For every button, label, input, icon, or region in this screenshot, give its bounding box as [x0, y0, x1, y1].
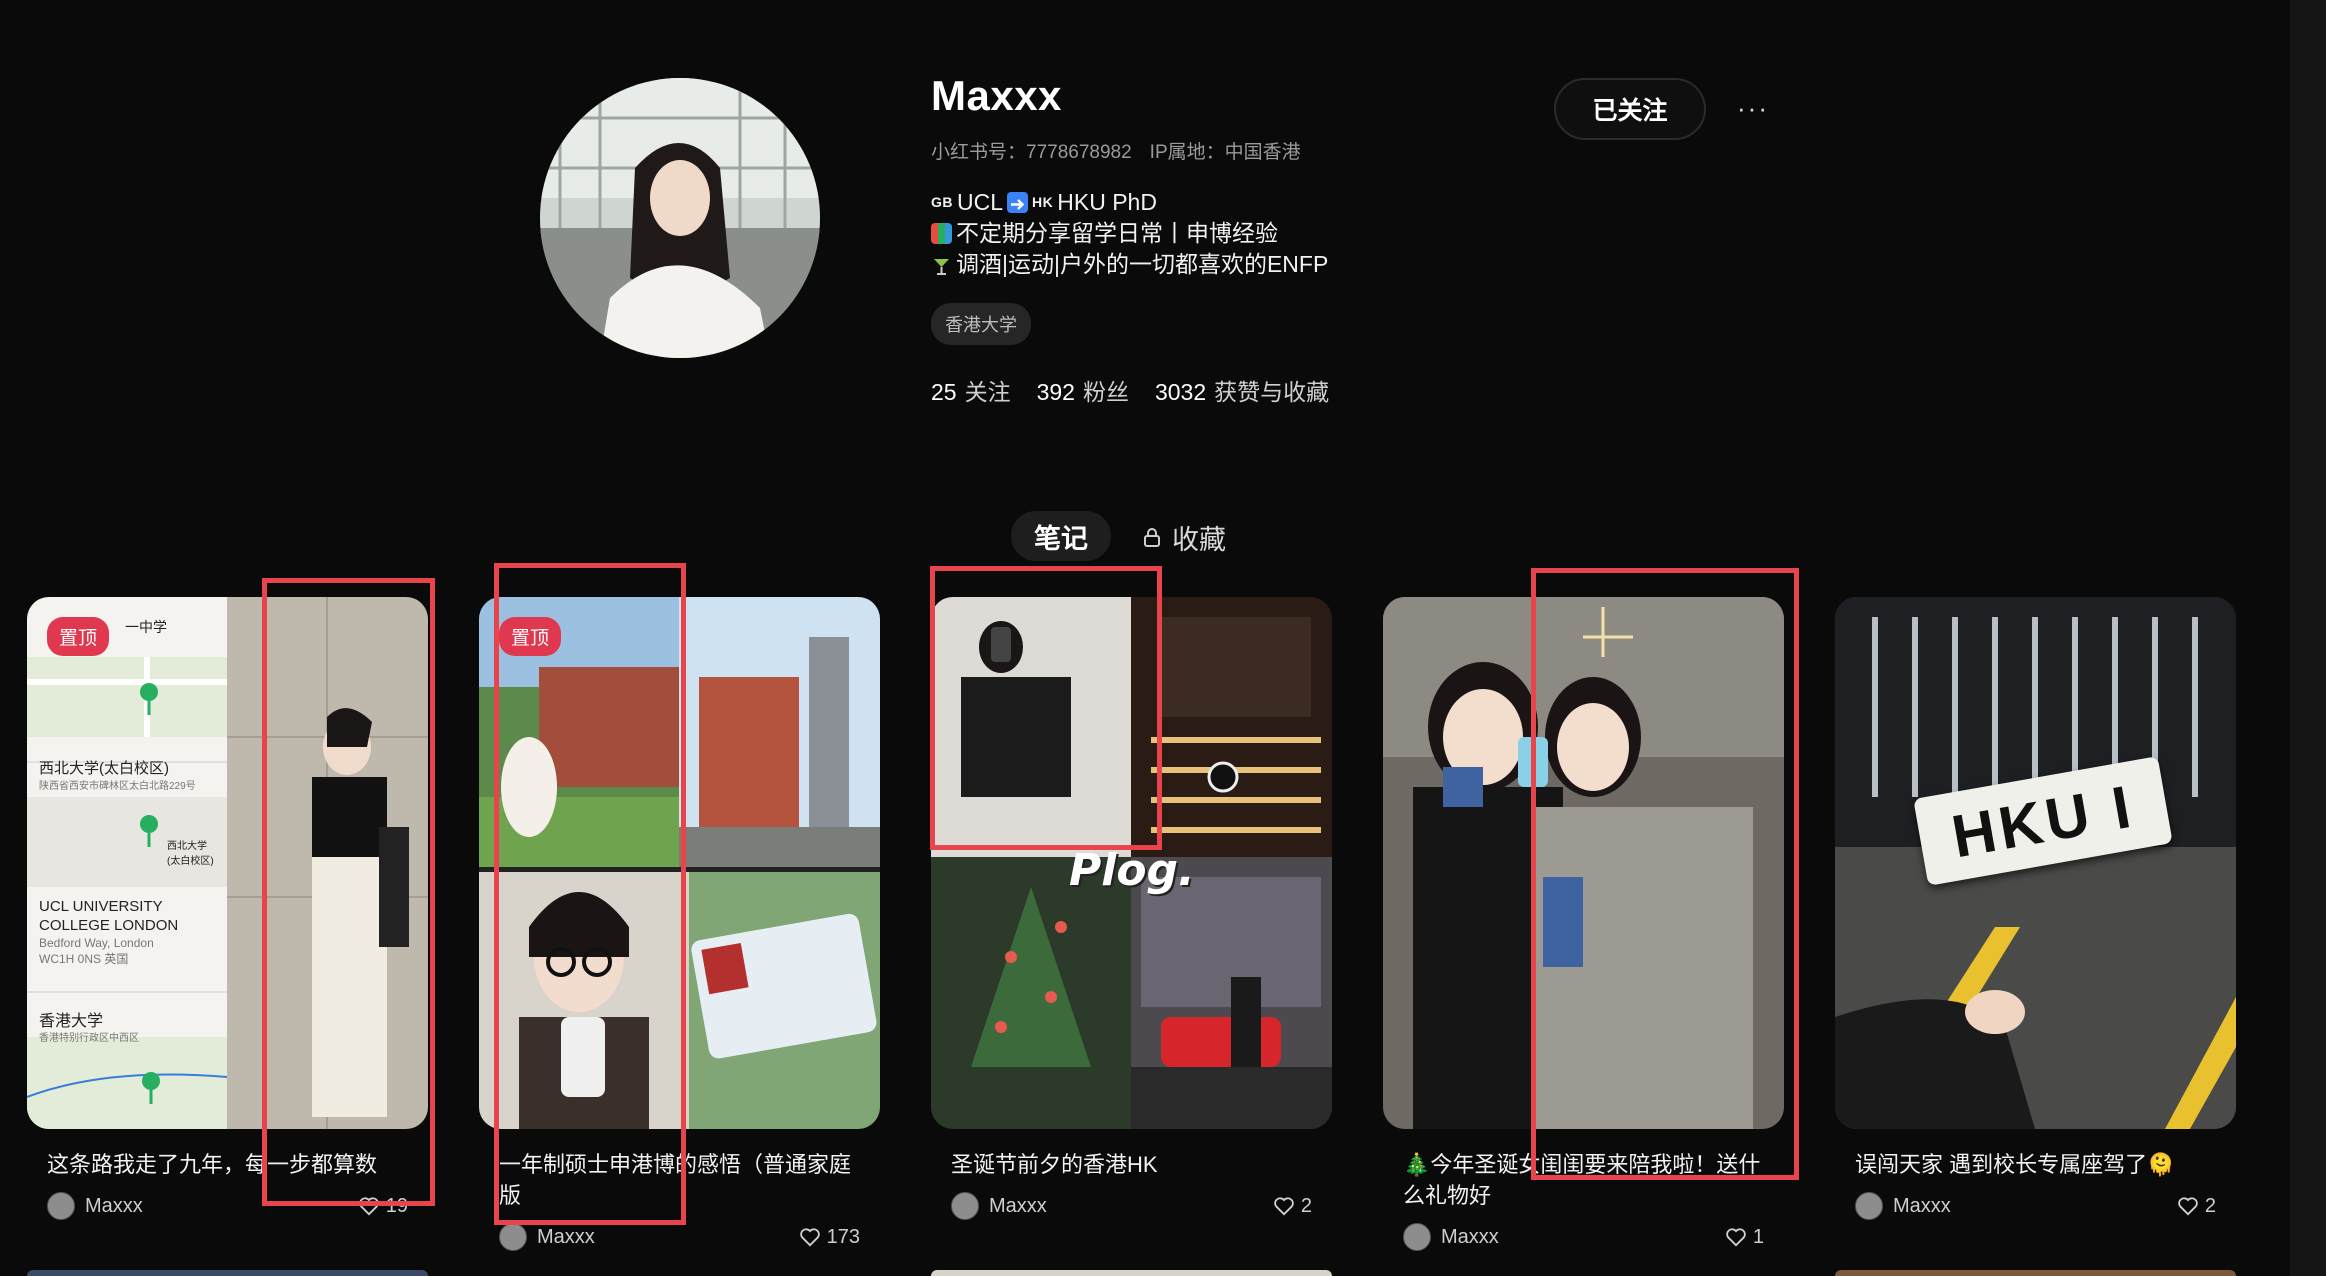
- stat-likes: 3032 获赞与收藏: [1154, 379, 1330, 405]
- like-count: 19: [385, 1194, 408, 1217]
- heart-icon: [1274, 1197, 1294, 1216]
- ip-location: IP属地：中国香港: [1149, 142, 1301, 163]
- bio-line-2: 不定期分享留学日常丨申博经验: [931, 218, 1328, 249]
- profile-bio: GB UCL HK HKU PhD 不定期分享留学日常丨申博经验 调酒|运动|户…: [931, 187, 1328, 280]
- note-card-4[interactable]: 🎄今年圣诞女闺闺要来陪我啦！送什么礼物好 Maxxx 1: [1383, 597, 1784, 1253]
- note-title[interactable]: 圣诞节前夕的香港HK: [951, 1149, 1312, 1180]
- like-button[interactable]: 173: [799, 1226, 860, 1249]
- next-row-card-peek: [1835, 1270, 2236, 1276]
- note-title[interactable]: 这条路我走了九年，每一步都算数: [47, 1149, 408, 1180]
- note-card-5[interactable]: HKU I 误闯天家 遇到校长专属座驾了🫠 Maxxx 2: [1835, 597, 2236, 1222]
- books-icon: [931, 223, 952, 244]
- author-name: Maxxx: [1441, 1225, 1499, 1248]
- selfie-cover: [1383, 597, 1784, 1129]
- heart-icon: [2178, 1197, 2198, 1216]
- author[interactable]: Maxxx: [951, 1192, 1047, 1220]
- map-and-photo-cover: [27, 597, 428, 1129]
- bio-ucl: UCL: [957, 189, 1004, 215]
- like-count: 173: [826, 1225, 860, 1248]
- next-row-card-peek: [931, 1270, 1332, 1276]
- tab-collections-label: 收藏: [1172, 524, 1226, 555]
- flag-hk: HK: [1032, 194, 1054, 210]
- note-cover-3[interactable]: Plog.: [931, 597, 1332, 1129]
- author-avatar: [951, 1192, 979, 1220]
- author[interactable]: Maxxx: [1403, 1223, 1499, 1251]
- note-footer: Maxxx 173: [499, 1221, 860, 1253]
- bio-text-2: 不定期分享留学日常丨申博经验: [956, 220, 1278, 246]
- note-card-3[interactable]: Plog. 圣诞节前夕的香港HK Maxxx 2: [931, 597, 1332, 1222]
- heart-icon: [358, 1197, 379, 1216]
- note-cover-2[interactable]: 置顶: [479, 597, 880, 1129]
- author-avatar: [499, 1223, 527, 1251]
- author[interactable]: Maxxx: [47, 1192, 143, 1220]
- note-footer: Maxxx 19: [47, 1190, 408, 1222]
- plog-overlay-text: Plog.: [1069, 845, 1195, 896]
- followed-button[interactable]: 已关注: [1554, 78, 1706, 140]
- avatar-photo: [540, 78, 820, 358]
- username: Maxxx: [931, 72, 1062, 119]
- author-name: Maxxx: [85, 1194, 143, 1217]
- like-count: 2: [1300, 1194, 1312, 1217]
- note-title[interactable]: 误闯天家 遇到校长专属座驾了🫠: [1855, 1149, 2216, 1180]
- stat-followers[interactable]: 392 粉丝: [1037, 373, 1129, 407]
- author-avatar: [1403, 1223, 1431, 1251]
- next-row-card-peek: [27, 1270, 428, 1276]
- red-id: 小红书号：7778678982: [931, 142, 1132, 163]
- heart-icon: [1726, 1228, 1746, 1247]
- heart-icon: [799, 1228, 820, 1247]
- author-avatar: [47, 1192, 75, 1220]
- author-name: Maxxx: [537, 1225, 595, 1248]
- author[interactable]: Maxxx: [499, 1223, 595, 1251]
- like-count: 2: [2204, 1194, 2216, 1217]
- profile-avatar: [540, 78, 820, 358]
- more-options-button[interactable]: ···: [1735, 86, 1771, 130]
- author-avatar: [1855, 1192, 1883, 1220]
- bio-text-3: 调酒|运动|户外的一切都喜欢的ENFP: [956, 251, 1329, 277]
- lock-icon: [1144, 528, 1160, 547]
- note-footer: Maxxx 1: [1403, 1221, 1764, 1253]
- bio-line-3: 调酒|运动|户外的一切都喜欢的ENFP: [931, 249, 1328, 280]
- profile-stats: 25 关注 392 粉丝 3032 获赞与收藏: [931, 373, 1329, 407]
- note-card-2[interactable]: 置顶 一年制硕士申港博的感悟（普通家庭版 Maxxx 173: [479, 597, 880, 1253]
- note-title[interactable]: 🎄今年圣诞女闺闺要来陪我啦！送什么礼物好: [1403, 1149, 1764, 1211]
- bio-line-1: GB UCL HK HKU PhD: [931, 187, 1328, 218]
- author-name: Maxxx: [1893, 1194, 1951, 1217]
- note-cover-4[interactable]: [1383, 597, 1784, 1129]
- like-count: 1: [1752, 1225, 1764, 1248]
- note-cover-5[interactable]: HKU I: [1835, 597, 2236, 1129]
- author-name: Maxxx: [989, 1194, 1047, 1217]
- pinned-badge: 置顶: [499, 617, 562, 656]
- like-button[interactable]: 1: [1725, 1226, 1764, 1249]
- tab-notes[interactable]: 笔记: [1011, 511, 1111, 561]
- stat-following[interactable]: 25 关注: [931, 373, 1011, 407]
- bio-hku: HKU PhD: [1057, 189, 1157, 215]
- note-cover-1[interactable]: 一中学 西北大学(太白校区) 陕西省西安市碑林区太白北路229号 西北大学(太白…: [27, 597, 428, 1129]
- note-card-1[interactable]: 一中学 西北大学(太白校区) 陕西省西安市碑林区太白北路229号 西北大学(太白…: [27, 597, 428, 1222]
- profile-meta: 小红书号：7778678982 IP属地：中国香港: [931, 137, 1301, 164]
- school-tag[interactable]: 香港大学: [931, 303, 1031, 345]
- author[interactable]: Maxxx: [1855, 1192, 1951, 1220]
- cocktail-icon: [931, 254, 952, 275]
- like-button[interactable]: 2: [1273, 1195, 1312, 1218]
- flag-gb: GB: [931, 194, 953, 210]
- note-footer: Maxxx 2: [951, 1190, 1312, 1222]
- collage-cover: [479, 597, 880, 1129]
- scrollbar-track[interactable]: [2290, 0, 2326, 1276]
- like-button[interactable]: 19: [358, 1195, 408, 1218]
- pinned-badge: 置顶: [47, 617, 110, 656]
- like-button[interactable]: 2: [2177, 1195, 2216, 1218]
- note-title[interactable]: 一年制硕士申港博的感悟（普通家庭版: [499, 1149, 860, 1211]
- right-arrow-icon: [1007, 192, 1029, 213]
- note-footer: Maxxx 2: [1855, 1190, 2216, 1222]
- tab-collections[interactable]: 收藏: [1140, 515, 1226, 559]
